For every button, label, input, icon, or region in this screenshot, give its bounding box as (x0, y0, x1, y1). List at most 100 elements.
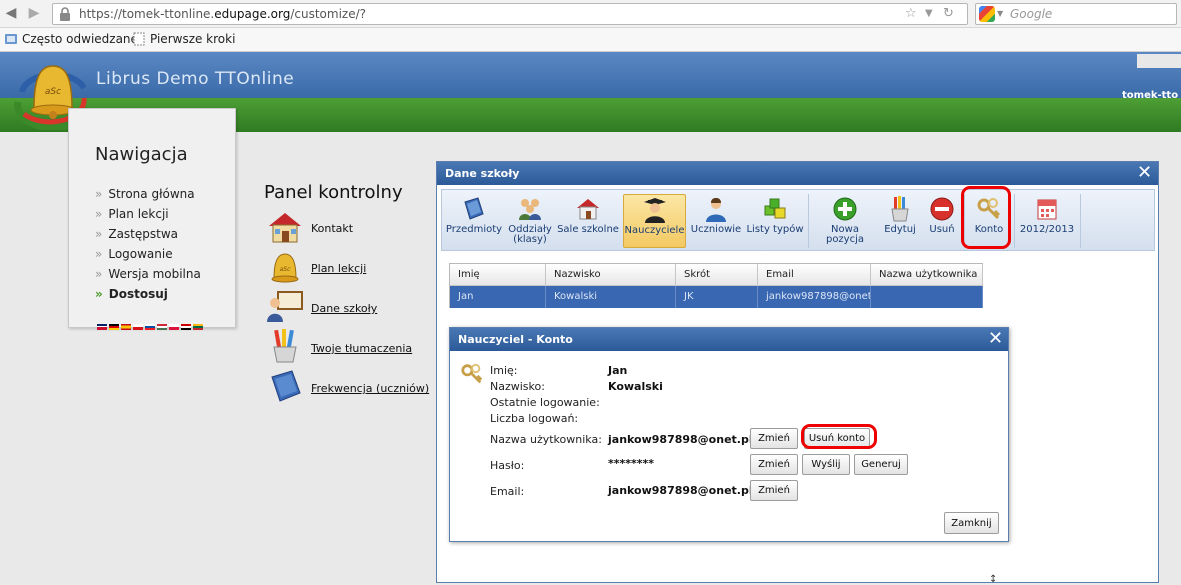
column-header-email[interactable]: Email (758, 264, 871, 286)
toolbar-separator (1080, 194, 1081, 248)
lock-icon (60, 7, 70, 21)
flag-icon[interactable] (157, 324, 167, 330)
bookmark-item[interactable]: Często odwiedzane (4, 32, 138, 46)
toolbar-students-button[interactable]: Uczniowie (688, 194, 744, 248)
dialog-titlebar: Nauczyciel - Konto ✕ (450, 328, 1008, 351)
flag-icon[interactable] (193, 324, 203, 330)
flag-icon[interactable] (121, 324, 131, 330)
toolbar-edit-button[interactable]: Edytuj (879, 194, 921, 248)
flag-icon[interactable] (145, 324, 155, 330)
toolbar-school-year-button[interactable]: 2012/2013 (1016, 194, 1078, 248)
column-header-username[interactable]: Nazwa użytkownika (871, 264, 983, 286)
panel-link-contact[interactable]: Kontakt (311, 222, 353, 235)
house-icon (269, 213, 301, 243)
nav-item-label: Wersja mobilna (108, 267, 201, 281)
table-cell[interactable]: jankow987898@onet.pl (758, 286, 871, 308)
toolbar-classes-button[interactable]: Oddziały (klasy) (506, 194, 554, 248)
browser-address-bar: ◀ ▶ https://tomek-ttonline.edupage.org/c… (0, 0, 1181, 28)
nav-arrow-icon: » (95, 227, 103, 241)
toolbar-label: Usuń (929, 224, 955, 235)
table-cell[interactable] (871, 286, 983, 308)
url-tools: ☆ ▼ ↻ (903, 5, 963, 23)
username-label: Nazwa użytkownika: (490, 433, 602, 446)
panel-link-attendance[interactable]: Frekwencja (uczniów) (311, 382, 429, 395)
logo-text: aSc (45, 87, 61, 97)
star-icon[interactable]: ☆ (905, 6, 917, 21)
nav-item-label: Zastępstwa (108, 227, 178, 241)
column-header-first-name[interactable]: Imię (450, 264, 546, 286)
toolbar-separator (808, 194, 809, 248)
url-prefix: https://tomek-ttonline. (79, 7, 215, 21)
nav-arrow-icon: » (95, 287, 103, 301)
book-icon (464, 197, 484, 220)
nav-item-timetable[interactable]: » Plan lekcji (95, 207, 169, 221)
resize-cursor-icon: ↕ (989, 574, 998, 585)
search-engine-dropdown-icon[interactable]: ▼ (997, 9, 1003, 18)
dialog-toolbar: Przedmioty Oddziały (klasy) Sale szkolne… (441, 189, 1155, 251)
toolbar-subjects-button[interactable]: Przedmioty (444, 194, 504, 248)
flag-icon[interactable] (133, 324, 143, 330)
column-header-short[interactable]: Skrót (676, 264, 758, 286)
change-password-button[interactable]: Zmień (750, 454, 798, 475)
password-label: Hasło: (490, 459, 525, 472)
change-email-button[interactable]: Zmień (750, 480, 798, 501)
table-cell[interactable]: Kowalski (546, 286, 676, 308)
panel-link-school-data[interactable]: Dane szkoły (311, 302, 377, 315)
url-input[interactable]: https://tomek-ttonline.edupage.org/custo… (52, 3, 968, 25)
book-icon (271, 370, 301, 402)
table-cell[interactable]: JK (676, 286, 758, 308)
toolbar-new-item-button[interactable]: Nowa pozycja (812, 194, 878, 248)
nav-item-customize[interactable]: » Dostosuj (95, 287, 168, 301)
change-username-button[interactable]: Zmień (750, 428, 798, 449)
student-icon (706, 198, 726, 222)
search-input[interactable]: ▼ Google (975, 3, 1177, 25)
google-logo-icon (979, 6, 995, 22)
toolbar-label: Listy typów (746, 224, 804, 235)
keys-icon (461, 363, 483, 384)
flag-icon[interactable] (97, 324, 107, 330)
column-header-last-name[interactable]: Nazwisko (546, 264, 676, 286)
nav-item-home[interactable]: » Strona główna (95, 187, 195, 201)
forward-arrow-icon[interactable]: ▶ (26, 5, 42, 21)
reload-icon[interactable]: ↻ (943, 6, 954, 21)
send-password-button[interactable]: Wyślij (802, 454, 850, 475)
plus-icon (833, 197, 857, 221)
toolbar-label: Nauczyciele (624, 225, 685, 236)
close-icon[interactable]: ✕ (1137, 164, 1152, 182)
panel-link-timetable[interactable]: Plan lekcji (311, 262, 366, 275)
toolbar-classrooms-button[interactable]: Sale szkolne (555, 194, 621, 248)
toolbar-delete-button[interactable]: Usuń (923, 194, 961, 248)
bookmark-item[interactable]: Pierwsze kroki (132, 32, 235, 46)
nav-item-login[interactable]: » Logowanie (95, 247, 173, 261)
nav-arrow-icon: » (95, 247, 103, 261)
nav-item-substitutions[interactable]: » Zastępstwa (95, 227, 178, 241)
generate-password-button[interactable]: Generuj (854, 454, 908, 475)
panel-link-translations[interactable]: Twoje tłumaczenia (311, 342, 412, 355)
flag-icon[interactable] (181, 324, 191, 330)
calendar-icon (1037, 199, 1057, 220)
close-dialog-button[interactable]: Zamknij (944, 512, 999, 534)
toolbar-type-lists-button[interactable]: Listy typów (746, 194, 804, 248)
bookmarks-bar: Często odwiedzane Pierwsze kroki (0, 28, 1181, 52)
toolbar-teachers-button[interactable]: Nauczyciele (623, 194, 686, 248)
back-arrow-icon[interactable]: ◀ (3, 5, 19, 21)
table-cell[interactable]: Jan (450, 286, 546, 308)
close-icon[interactable]: ✕ (988, 330, 1003, 348)
flag-icon[interactable] (169, 324, 179, 330)
first-name-label: Imię: (490, 364, 518, 377)
nav-arrow-icon: » (95, 207, 103, 221)
house-icon (577, 199, 599, 220)
username-label[interactable]: tomek-tto (1122, 90, 1178, 101)
account-button-highlight (961, 186, 1011, 249)
toolbar-label: 2012/2013 (1019, 224, 1075, 235)
flag-icon[interactable] (109, 324, 119, 330)
dropdown-arrow-icon[interactable]: ▼ (925, 8, 933, 19)
delete-account-highlight (801, 424, 877, 449)
last-name-value: Kowalski (608, 380, 663, 393)
nav-item-mobile[interactable]: » Wersja mobilna (95, 267, 201, 281)
email-value: jankow987898@onet.pl (608, 484, 753, 497)
pencils-icon (891, 196, 909, 222)
bell-icon-text: aSc (280, 266, 291, 273)
toolbar-label: Edytuj (884, 224, 916, 235)
teacher-account-dialog: Nauczyciel - Konto ✕ Imię: Jan Nazwisko:… (449, 327, 1009, 542)
